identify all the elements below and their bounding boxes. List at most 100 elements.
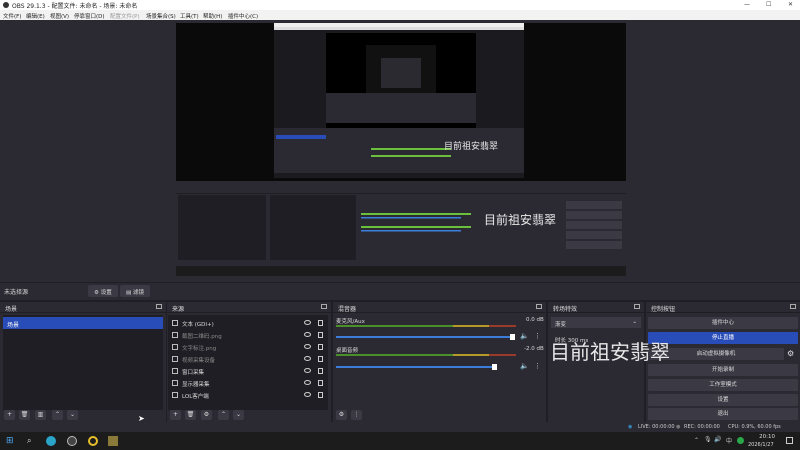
live-indicator-icon: ◉ — [628, 424, 633, 430]
image-source-icon — [172, 344, 178, 350]
move-source-down-button[interactable]: ⌄ — [233, 410, 244, 420]
visibility-eye-icon[interactable] — [304, 368, 311, 373]
scene-filters-button[interactable]: ▥ — [35, 410, 46, 420]
mixer-menu-button[interactable]: ⋮ — [351, 410, 362, 420]
add-scene-button[interactable]: + — [4, 410, 15, 420]
windows-taskbar: ⊞ ⌕ ⌃ 🎙 🔊 中 20:10 2026/1/27 — [0, 432, 800, 450]
volume-tray-icon[interactable]: 🔊 — [714, 436, 721, 443]
scenes-title: 场景 — [0, 302, 166, 313]
menu-help[interactable]: 帮助(H) — [203, 12, 222, 20]
virtual-camera-settings-icon[interactable]: ⚙ — [787, 349, 794, 358]
menu-docks[interactable]: 停靠窗口(D) — [74, 12, 105, 20]
menu-scene-collection[interactable]: 场景集合(S) — [146, 12, 176, 20]
lock-icon[interactable] — [318, 368, 323, 374]
transition-type-select[interactable]: 渐变 ⌄ — [551, 317, 641, 328]
search-icon[interactable]: ⌕ — [27, 436, 37, 446]
obs-logo-icon — [3, 2, 9, 8]
source-item[interactable]: 显示器采集 — [168, 377, 328, 389]
source-item[interactable]: 视频采集设备 — [168, 353, 328, 365]
menu-file[interactable]: 文件(F) — [3, 12, 21, 20]
menu-view[interactable]: 视图(V) — [50, 12, 69, 20]
clock-time[interactable]: 20:10 — [757, 434, 775, 440]
undock-icon[interactable] — [634, 304, 640, 309]
stop-streaming-button[interactable]: 停止直播 — [648, 332, 798, 344]
remove-source-button[interactable]: 🗑 — [185, 410, 196, 420]
hidden-eye-icon[interactable] — [304, 344, 311, 349]
move-scene-down-button[interactable]: ⌄ — [67, 410, 78, 420]
move-source-up-button[interactable]: ⌃ — [218, 410, 229, 420]
hidden-eye-icon[interactable] — [304, 356, 311, 361]
more-options-icon[interactable]: ⋮ — [534, 362, 541, 370]
source-item[interactable]: 截图二维码.png — [168, 329, 328, 341]
mic-volume-slider[interactable] — [336, 336, 514, 338]
rec-indicator-icon: ● — [676, 424, 681, 430]
live-timer: LIVE: 00:00:00 — [638, 424, 675, 430]
speaker-icon[interactable]: 🔈 — [520, 362, 529, 370]
lock-icon[interactable] — [318, 344, 323, 350]
add-source-button[interactable]: + — [170, 410, 181, 420]
remove-scene-button[interactable]: 🗑 — [19, 410, 30, 420]
lock-icon[interactable] — [318, 332, 323, 338]
close-icon[interactable]: ✕ — [788, 1, 793, 8]
exit-button[interactable]: 退出 — [648, 408, 798, 420]
source-item[interactable]: 文本 (GDI+) — [168, 317, 328, 329]
source-item[interactable]: 窗口采集 — [168, 365, 328, 377]
tray-chevron-icon[interactable]: ⌃ — [694, 437, 699, 444]
source-filters-button[interactable]: ▤ 滤镜 — [120, 285, 150, 297]
ime-tray-icon[interactable]: 中 — [726, 436, 732, 445]
edge-browser-icon[interactable] — [46, 436, 56, 446]
desktop-volume-slider[interactable] — [336, 366, 496, 368]
minimize-icon[interactable]: — — [744, 1, 750, 8]
sources-title: 来源 — [167, 302, 331, 313]
app-game-icon[interactable] — [108, 436, 118, 446]
watermark-text-small: 目前祖安翡翠 — [444, 142, 499, 152]
visibility-eye-icon[interactable] — [304, 392, 311, 397]
menu-edit[interactable]: 编辑(E) — [26, 12, 45, 20]
obs-taskbar-icon[interactable] — [67, 436, 77, 446]
settings-button[interactable]: 设置 — [648, 394, 798, 406]
window-source-icon — [172, 368, 178, 374]
menu-profile[interactable]: 配置文件(P) — [110, 12, 140, 20]
preview-canvas[interactable]: 目前祖安翡翠 目前祖安翡翠 — [176, 23, 626, 276]
plugin-center-button[interactable]: 插件中心 — [648, 317, 798, 329]
clock-date[interactable]: 2026/1/27 — [748, 442, 774, 448]
start-recording-button[interactable]: 开始录制 — [648, 364, 798, 376]
no-source-label: 未选择源 — [4, 289, 29, 296]
more-options-icon[interactable]: ⋮ — [534, 332, 541, 340]
undock-icon[interactable] — [536, 304, 542, 309]
scene-item[interactable]: 场景 — [3, 317, 163, 329]
visibility-eye-icon[interactable] — [304, 380, 311, 385]
notification-icon[interactable] — [786, 437, 793, 444]
desktop-db-readout: -2.0 dB — [524, 346, 544, 352]
lock-icon[interactable] — [318, 320, 323, 326]
lock-icon[interactable] — [318, 392, 323, 398]
desktop-volume-handle[interactable] — [492, 364, 497, 370]
wechat-tray-icon[interactable] — [737, 437, 744, 444]
menu-plugin-center[interactable]: 插件中心(C) — [228, 12, 258, 20]
undock-icon[interactable] — [321, 304, 327, 309]
maximize-icon[interactable]: ☐ — [766, 1, 771, 8]
display-source-icon — [172, 380, 178, 386]
mouse-cursor-icon: ➤ — [138, 414, 145, 423]
lock-icon[interactable] — [318, 356, 323, 362]
hidden-eye-icon[interactable] — [304, 332, 311, 337]
source-item[interactable]: LOL客户端 — [168, 389, 328, 401]
mixer-title: 混音器 — [333, 302, 546, 313]
menu-tools[interactable]: 工具(T) — [180, 12, 199, 20]
windows-start-icon[interactable]: ⊞ — [6, 436, 16, 446]
microphone-tray-icon[interactable]: 🎙 — [704, 436, 712, 443]
studio-mode-button[interactable]: 工作室模式 — [648, 379, 798, 391]
speaker-icon[interactable]: 🔈 — [520, 332, 529, 340]
undock-icon[interactable] — [156, 304, 162, 309]
mixer-advanced-audio-button[interactable]: ⚙ — [336, 410, 347, 420]
controls-title: 控制按钮 — [646, 302, 800, 313]
source-settings-button[interactable]: ⚙ 设置 — [88, 285, 118, 297]
move-scene-up-button[interactable]: ⌃ — [52, 410, 63, 420]
source-properties-button[interactable]: ⚙ — [201, 410, 212, 420]
lock-icon[interactable] — [318, 380, 323, 386]
app-yellow-ring-icon[interactable] — [88, 436, 98, 446]
source-item[interactable]: 文字标注.png — [168, 341, 328, 353]
mic-volume-handle[interactable] — [510, 334, 515, 340]
undock-icon[interactable] — [790, 304, 796, 309]
visibility-eye-icon[interactable] — [304, 320, 311, 325]
